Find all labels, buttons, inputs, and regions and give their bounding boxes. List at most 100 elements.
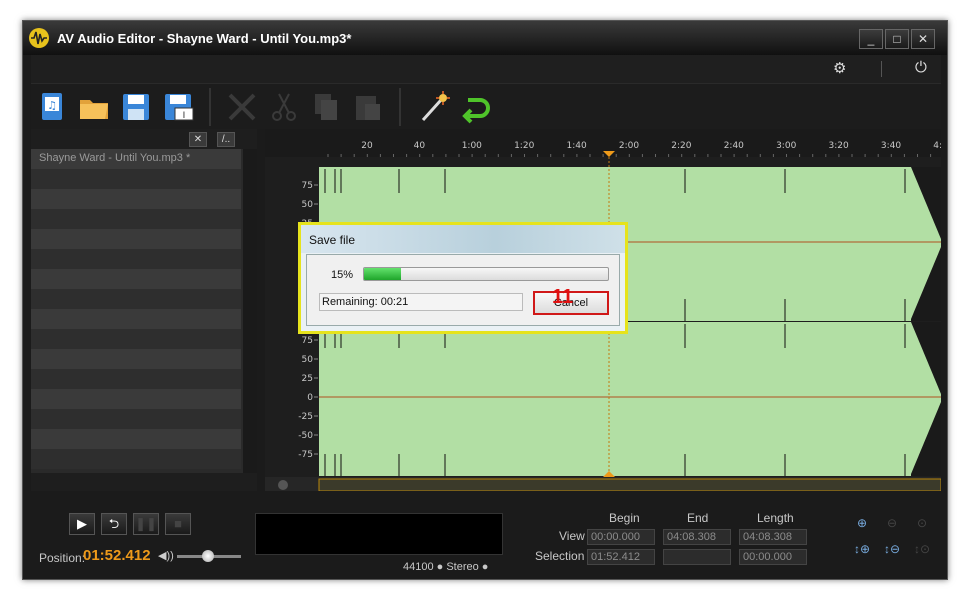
app-logo-icon [29, 28, 49, 48]
amplitude-label: 0 [307, 393, 313, 403]
amplitude-label: 50 [302, 200, 314, 210]
zoom-fit-icon[interactable]: ⊕ [851, 513, 873, 533]
time-tick-label: 4:00 [933, 141, 941, 151]
selection-length-field[interactable]: 00:00.000 [739, 549, 807, 565]
close-file-button[interactable]: ✕ [189, 132, 207, 147]
main-toolbar: ♫ I [31, 83, 941, 129]
level-display [255, 513, 503, 555]
audio-format: 44100 ● Stereo ● [403, 561, 489, 573]
pause-button[interactable]: ❚❚ [133, 513, 159, 535]
volume-icon[interactable]: ◀)) [158, 549, 174, 562]
floppy-rename-icon: I [165, 94, 194, 121]
stop-button[interactable]: ■ [165, 513, 191, 535]
toolbar-separator [399, 88, 401, 126]
file-list-row [31, 229, 241, 249]
volume-slider-handle[interactable] [202, 550, 214, 562]
file-list-scrollbar[interactable] [243, 149, 257, 491]
file-list-row [31, 369, 241, 389]
remaining-time: Remaining: 00:21 [322, 296, 409, 308]
settings-gears-icon[interactable]: ⚙ [833, 59, 846, 77]
file-options-button[interactable]: /.. [217, 132, 235, 147]
dialog-title-bar[interactable]: Save file [301, 225, 625, 253]
file-list-row [31, 269, 241, 289]
cut-button[interactable] [267, 90, 301, 124]
file-list-row [31, 349, 241, 369]
svg-text:♫: ♫ [47, 99, 57, 112]
folder-icon [80, 100, 108, 119]
effects-button[interactable] [417, 90, 451, 124]
selection-begin-field[interactable]: 01:52.412 [587, 549, 655, 565]
waveform-channel [319, 322, 941, 476]
dialog-title: Save file [309, 233, 356, 247]
close-button[interactable]: ✕ [911, 29, 935, 49]
loop-button[interactable]: ⮌ [101, 513, 127, 535]
view-end-field[interactable]: 04:08.308 [663, 529, 731, 545]
open-button[interactable] [77, 90, 111, 124]
position-label: Position: [39, 551, 86, 565]
play-button[interactable]: ▶ [69, 513, 95, 535]
amplitude-label: 75 [302, 336, 313, 346]
progress-percent: 15% [331, 269, 354, 281]
save-as-button[interactable]: I [161, 90, 195, 124]
floppy-icon [123, 94, 149, 120]
overview-range [318, 478, 941, 491]
vertical-zoom-in-icon[interactable]: ↕⊕ [851, 539, 873, 559]
progress-bar [363, 267, 609, 281]
undo-arrow-icon [462, 98, 490, 124]
time-tick-label: 3:00 [776, 141, 796, 151]
file-list-footer [31, 473, 257, 491]
view-label: View [559, 529, 585, 543]
zoom-selection-icon[interactable]: ⊙ [911, 513, 933, 533]
delete-button[interactable] [225, 90, 259, 124]
view-length-field[interactable]: 04:08.308 [739, 529, 807, 545]
undo-button[interactable] [459, 90, 493, 124]
time-tick-label: 40 [414, 141, 426, 151]
length-header: Length [757, 511, 794, 525]
overview-scroll-icon [278, 480, 288, 490]
time-tick-label: 1:40 [566, 141, 586, 151]
step-number-annotation: 11 [552, 286, 574, 308]
transport-panel: ▶ ⮌ ❚❚ ■ Position: 01:52.412 ◀)) 44100 ●… [31, 501, 941, 575]
options-strip: ⚙ ⏻ [31, 55, 941, 83]
amplitude-label: -75 [298, 450, 313, 460]
file-list-row [31, 249, 241, 269]
title-bar[interactable]: AV Audio Editor - Shayne Ward - Until Yo… [23, 21, 947, 55]
position-value: 01:52.412 [83, 547, 151, 564]
begin-header: Begin [609, 511, 640, 525]
time-tick-label: 3:20 [828, 141, 848, 151]
power-icon[interactable]: ⏻ [915, 59, 927, 76]
amplitude-label: -50 [298, 431, 313, 441]
x-icon [228, 93, 256, 121]
file-list-item[interactable]: Shayne Ward - Until You.mp3 * [39, 152, 190, 164]
selection-end-field[interactable] [663, 549, 731, 565]
file-list-row [31, 209, 241, 229]
maximize-button[interactable]: □ [885, 29, 909, 49]
progress-fill [364, 268, 401, 280]
paste-icon [356, 96, 380, 120]
toolbar-separator [209, 88, 211, 126]
amplitude-label: 25 [302, 374, 313, 384]
amplitude-label: 75 [302, 181, 313, 191]
file-list-row [31, 169, 241, 189]
end-header: End [687, 511, 709, 525]
vertical-zoom-out-icon[interactable]: ↕⊖ [881, 539, 903, 559]
svg-text:I: I [183, 111, 186, 121]
file-list-row [31, 329, 241, 349]
paste-button[interactable] [351, 90, 385, 124]
save-button[interactable] [119, 90, 153, 124]
vertical-zoom-reset-icon[interactable]: ↕⊙ [911, 539, 933, 559]
file-list-row [31, 189, 241, 209]
remaining-time-box: Remaining: 00:21 [319, 293, 523, 311]
selection-label: Selection [535, 549, 585, 563]
file-list-panel: ✕ /.. Shayne Ward - Until You.mp3 * [31, 129, 257, 491]
view-begin-field[interactable]: 00:00.000 [587, 529, 655, 545]
minimize-button[interactable]: _ [859, 29, 883, 49]
magic-wand-icon [421, 91, 450, 122]
file-list-row [31, 289, 241, 309]
new-file-button[interactable]: ♫ [35, 90, 69, 124]
copy-button[interactable] [309, 90, 343, 124]
amplitude-label: -25 [298, 412, 313, 422]
copy-icon [315, 94, 337, 120]
file-list-row [31, 409, 241, 429]
zoom-out-full-icon[interactable]: ⊖ [881, 513, 903, 533]
